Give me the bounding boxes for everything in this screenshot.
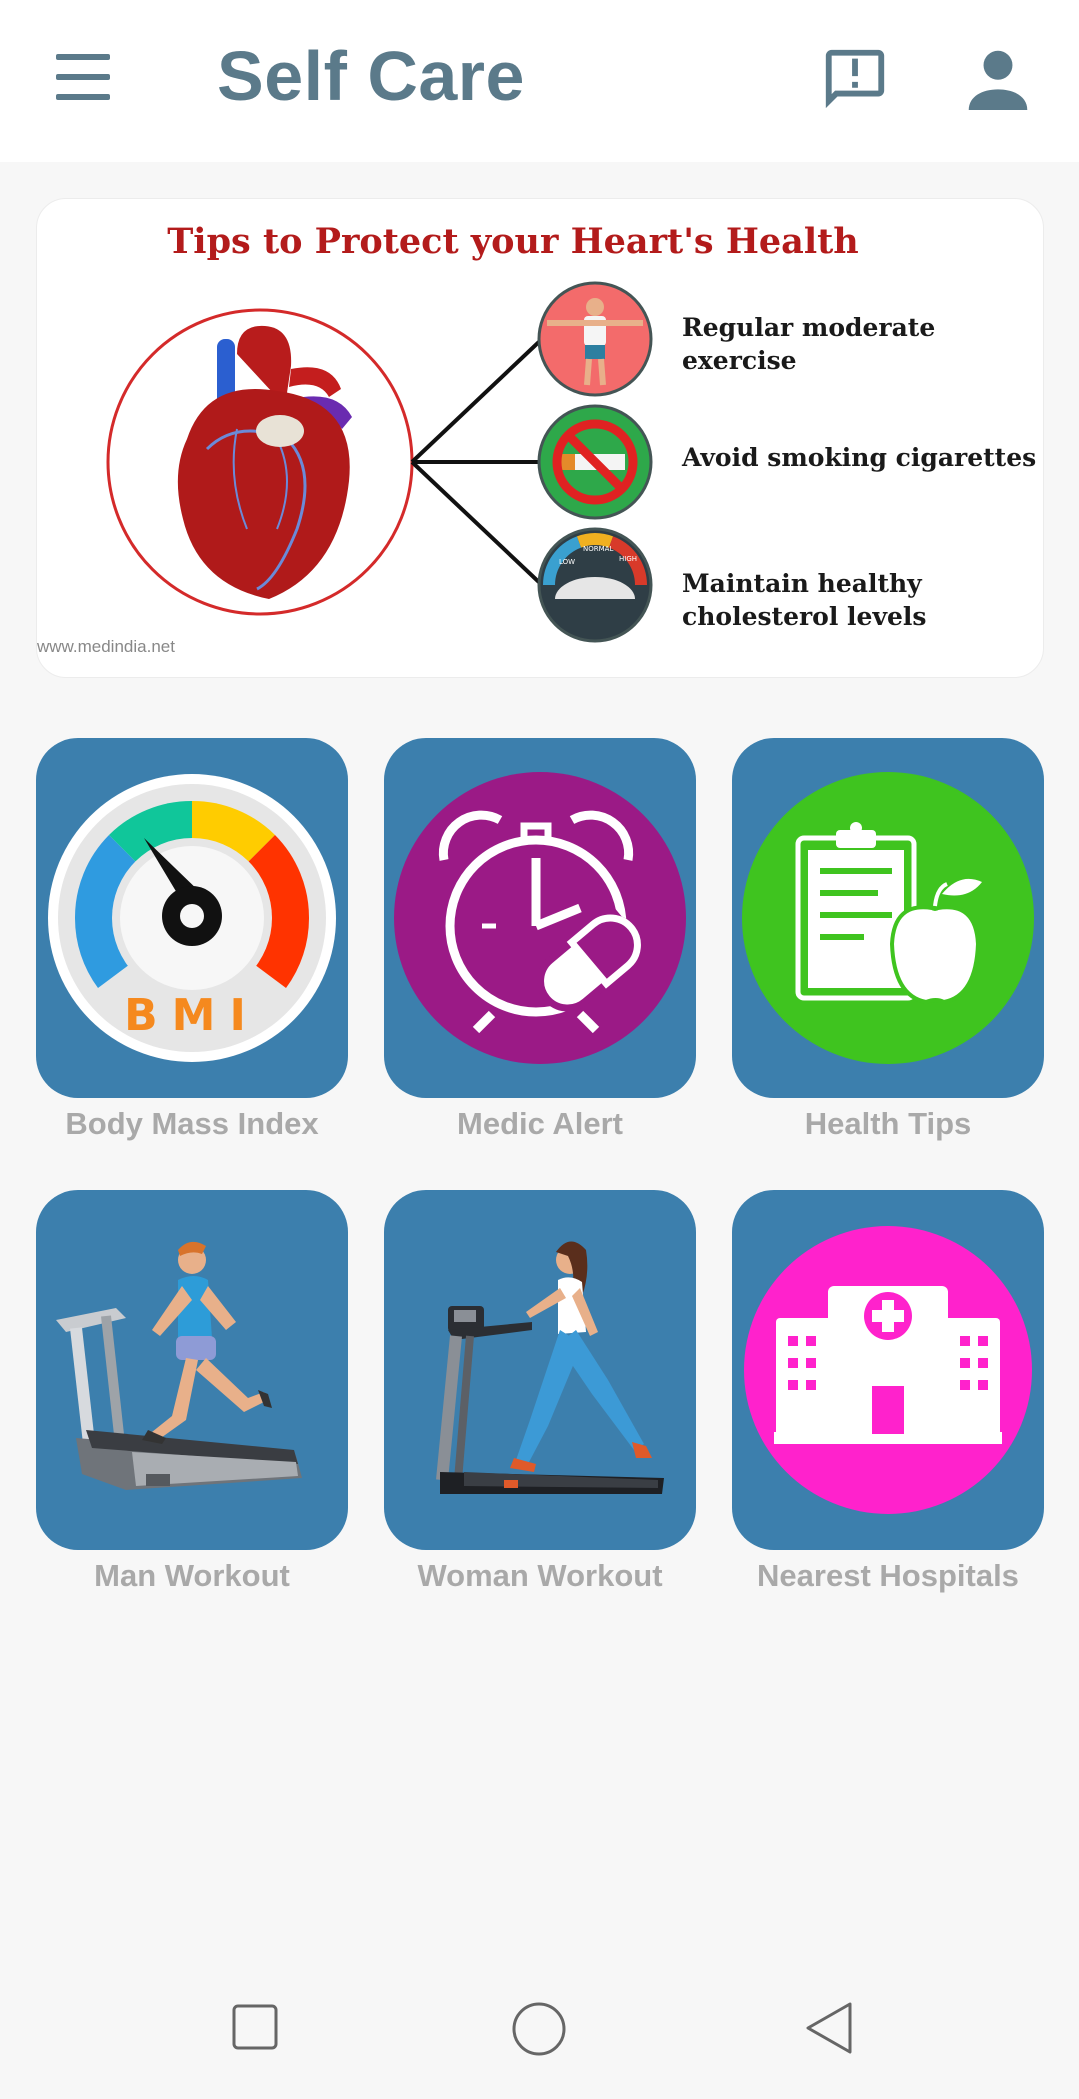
man-treadmill-icon (56, 1241, 302, 1490)
person-icon (968, 50, 1028, 110)
hospital-icon (744, 1226, 1032, 1514)
circle-icon (512, 2002, 566, 2056)
tile-woman-workout[interactable] (384, 1190, 696, 1550)
tile-body-mass-index[interactable]: BMI (36, 738, 348, 1098)
back-button[interactable] (802, 2000, 856, 2056)
tile-label-medic-alert: Medic Alert (457, 1106, 623, 1141)
tile-label-woman-workout: Woman Workout (417, 1558, 663, 1593)
tip-cholesterol: Maintain healthy cholesterol levels (682, 569, 927, 631)
system-navigation-bar (0, 1960, 1079, 2099)
clipboard-apple-icon (742, 772, 1034, 1064)
tip-smoking: Avoid smoking cigarettes (682, 443, 1037, 472)
feedback-icon (825, 49, 885, 109)
bmi-badge-text: BMI (124, 990, 260, 1041)
menu-icon-line (56, 54, 110, 60)
page-title: Self Care (217, 37, 525, 115)
alarm-clock-pill-icon (394, 772, 686, 1064)
tile-medic-alert[interactable] (384, 738, 696, 1098)
menu-icon-line (56, 94, 110, 100)
tile-health-tips[interactable] (732, 738, 1044, 1098)
tile-label-nearest-hospitals: Nearest Hospitals (757, 1558, 1019, 1593)
tile-label-man-workout: Man Workout (94, 1558, 290, 1593)
gauge-low-label: LOW (559, 558, 575, 566)
square-icon (232, 2004, 278, 2050)
tip-exercise: Regular moderate exercise (682, 313, 936, 375)
tile-label-health-tips: Health Tips (804, 1106, 972, 1141)
gauge-high-label: HIGH (619, 555, 637, 563)
menu-button[interactable] (50, 48, 116, 108)
feedback-button[interactable] (820, 44, 890, 114)
tile-man-workout[interactable] (36, 1190, 348, 1550)
home-button[interactable] (510, 2000, 568, 2058)
account-button[interactable] (962, 48, 1034, 110)
recent-apps-button[interactable] (230, 2002, 280, 2052)
woman-treadmill-icon (436, 1241, 664, 1494)
app-bar: Self Care (0, 0, 1079, 162)
heart-health-banner[interactable]: Tips to Protect your Heart's Health LOW … (36, 198, 1044, 678)
tile-label-body-mass-index: Body Mass Index (65, 1106, 319, 1141)
banner-watermark: www.medindia.net (37, 637, 175, 656)
tile-nearest-hospitals[interactable] (732, 1190, 1044, 1550)
gauge-normal-label: NORMAL (583, 545, 613, 553)
bmi-gauge-icon: BMI (48, 774, 336, 1062)
menu-icon-line (56, 74, 110, 80)
back-triangle-icon (806, 2002, 852, 2054)
